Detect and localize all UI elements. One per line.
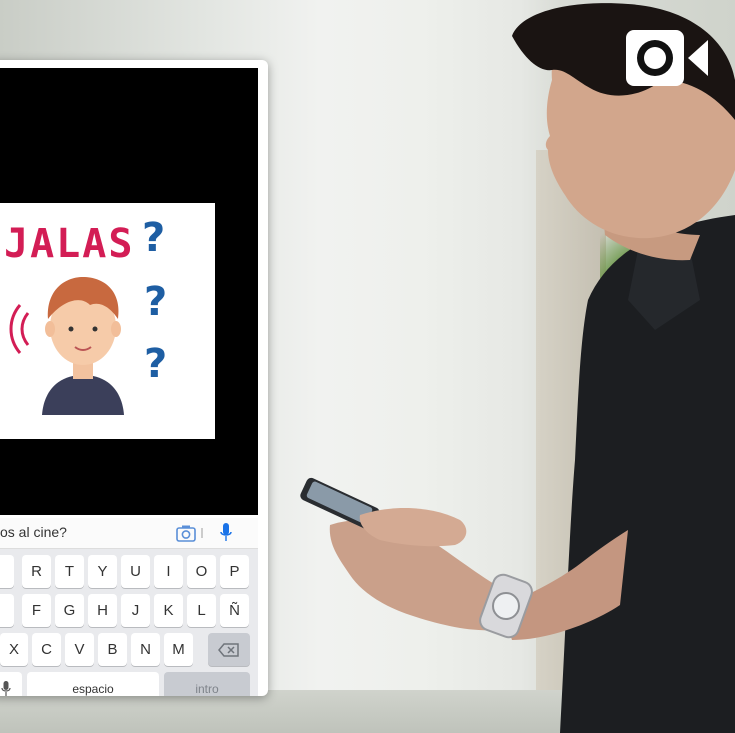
backspace-icon	[218, 642, 239, 657]
key-l[interactable]: L	[187, 594, 216, 627]
question-mark: ?	[144, 279, 168, 325]
sticker-title: JALAS	[4, 221, 135, 267]
boy-avatar-icon	[42, 277, 124, 415]
message-input-text[interactable]: os al cine?	[0, 524, 67, 540]
key-f[interactable]: F	[22, 594, 51, 627]
key-x[interactable]: X	[0, 633, 28, 666]
microphone-icon[interactable]	[220, 523, 232, 543]
background-ground	[0, 690, 735, 733]
key-r[interactable]: R	[22, 555, 51, 588]
message-input-bar[interactable]: os al cine?	[0, 518, 258, 549]
key-t[interactable]: T	[55, 555, 84, 588]
key-k[interactable]: K	[154, 594, 183, 627]
key-o[interactable]: O	[187, 555, 216, 588]
enter-key-label: intro	[195, 681, 219, 696]
key-n[interactable]: N	[131, 633, 160, 666]
space-key[interactable]: espacio	[27, 672, 159, 696]
key-p[interactable]: P	[220, 555, 249, 588]
on-screen-keyboard: R T Y U I O P F G H J K L Ñ X C V B N M	[0, 549, 258, 696]
microphone-key[interactable]	[0, 672, 22, 696]
key-b[interactable]: B	[98, 633, 127, 666]
question-mark: ?	[144, 341, 168, 387]
key-g[interactable]: G	[55, 594, 84, 627]
record-video-icon	[626, 30, 708, 86]
key-m[interactable]: M	[164, 633, 193, 666]
key-h[interactable]: H	[88, 594, 117, 627]
camera-icon[interactable]	[176, 524, 196, 542]
question-mark: ?	[142, 215, 166, 261]
key[interactable]	[0, 555, 14, 588]
background-pillar	[536, 150, 606, 733]
key[interactable]	[0, 594, 14, 627]
divider	[201, 528, 203, 538]
microphone-icon	[1, 680, 11, 696]
backspace-key[interactable]	[208, 633, 250, 666]
key-v[interactable]: V	[65, 633, 94, 666]
key-j[interactable]: J	[121, 594, 150, 627]
space-key-label: espacio	[72, 681, 114, 696]
phone-screen-overlay: JALAS ? ? ? os al cine? R T Y U I O P F …	[0, 60, 268, 696]
key-enye[interactable]: Ñ	[220, 594, 249, 627]
key-u[interactable]: U	[121, 555, 150, 588]
sticker-illustration: JALAS ? ? ?	[0, 203, 215, 439]
enter-key[interactable]: intro	[164, 672, 250, 696]
sound-waves-icon	[9, 304, 30, 354]
background-foliage	[600, 220, 735, 400]
key-y[interactable]: Y	[88, 555, 117, 588]
key-i[interactable]: I	[154, 555, 183, 588]
key-c[interactable]: C	[32, 633, 61, 666]
